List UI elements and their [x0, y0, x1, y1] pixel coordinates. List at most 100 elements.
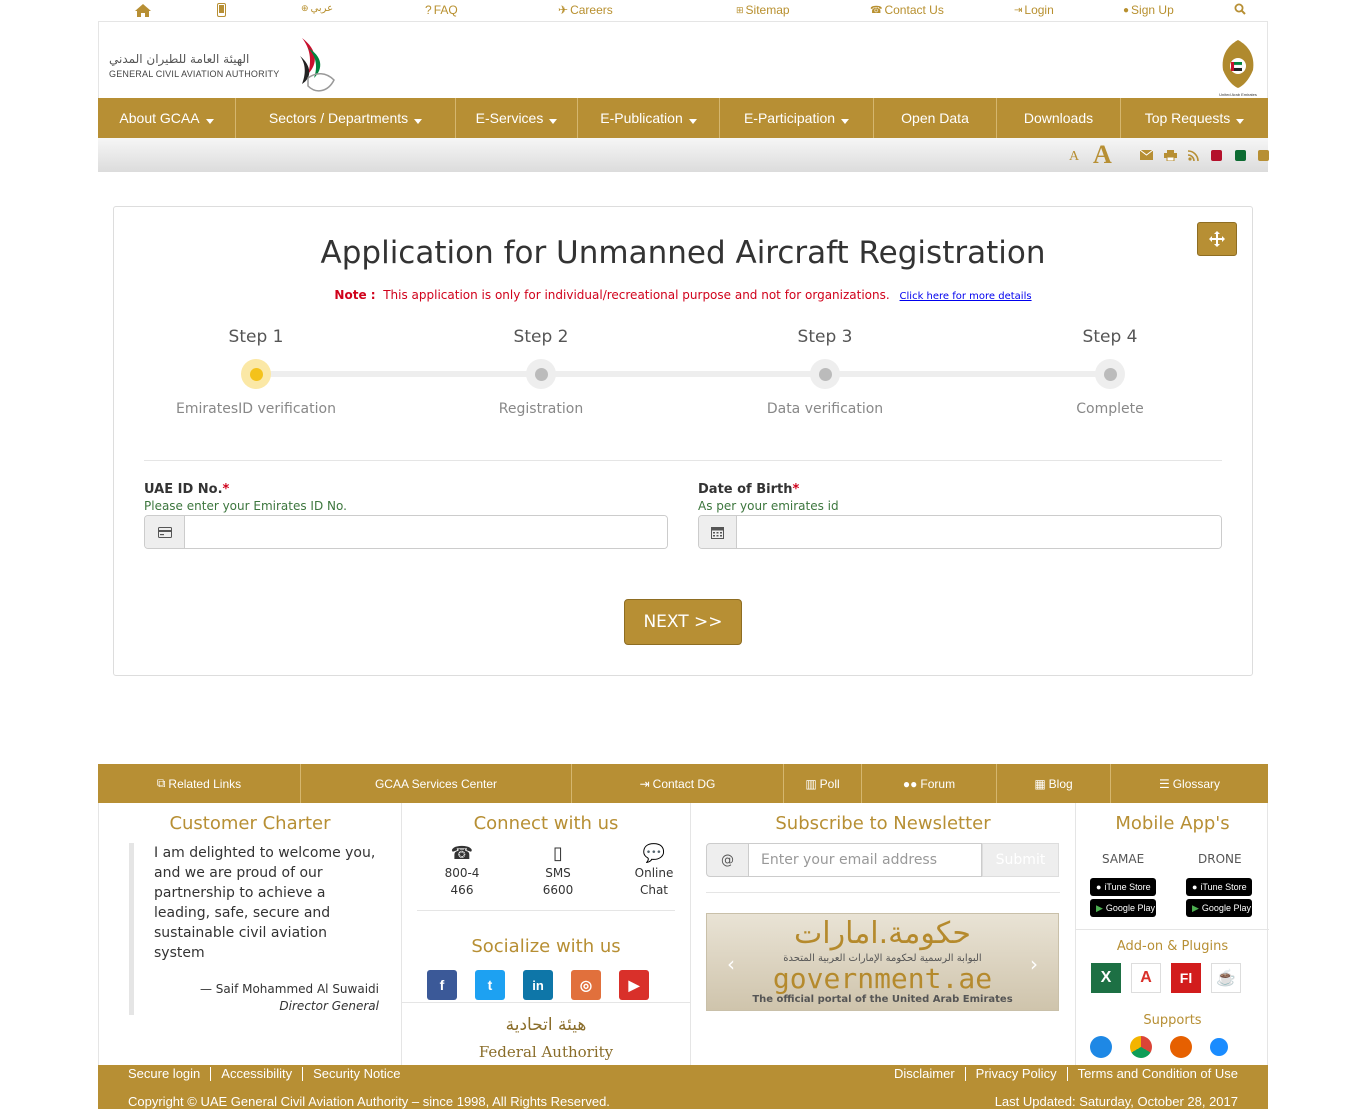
newsletter-title: Subscribe to Newsletter [775, 813, 991, 834]
nav-downloads-label: Downloads [1023, 110, 1094, 126]
nav-top-requests[interactable]: Top Requests [1121, 98, 1268, 138]
pdf-icon[interactable]: A [1131, 963, 1161, 993]
newsletter-email-input[interactable]: Enter your email address [749, 843, 982, 877]
secure-login-link[interactable]: Secure login [118, 1067, 212, 1081]
carousel-next-icon[interactable]: › [1030, 952, 1038, 976]
caret-down-icon [414, 118, 423, 124]
footer-contact-dg[interactable]: ⇥ Contact DG [572, 764, 784, 803]
step-label: Step 2 [513, 327, 569, 347]
charter-quote: I am delighted to welcome you, and we ar… [129, 843, 379, 1015]
nav-sectors[interactable]: Sectors / Departments [236, 98, 456, 138]
login-icon: ⇥ [1014, 4, 1023, 16]
rss-icon[interactable] [1188, 138, 1199, 172]
mobile-icon[interactable] [217, 3, 226, 17]
government-portal-banner[interactable]: حكومة.امارات البوابة الرسمية لحكومة الإم… [706, 913, 1059, 1011]
footer-blog[interactable]: ▦ Blog [997, 764, 1111, 803]
google-play-label: Google Play [1105, 903, 1155, 913]
login-icon: ⇥ [639, 776, 650, 791]
font-decrease-button[interactable]: A [1069, 140, 1079, 174]
samae-itunes-button[interactable]: ● iTune Store [1090, 878, 1156, 896]
banner-english-title: government.ae [772, 962, 993, 995]
divider [402, 1002, 690, 1003]
gcaa-logo-icon[interactable] [294, 34, 338, 100]
contact-dg-label: Contact DG [652, 776, 716, 791]
sitemap-label: Sitemap [745, 3, 790, 17]
print-icon[interactable] [1164, 138, 1177, 172]
email-icon[interactable] [1140, 138, 1153, 172]
mobile-apps-section: Mobile App's SAMAE DRONE ● iTune Store ● i… [1076, 803, 1269, 1065]
twitter-icon[interactable]: t [475, 970, 505, 1000]
toll-free-contact[interactable]: ☎ 800-4466 [422, 843, 502, 899]
dob-field-group: Date of Birth* As per your emirates id [698, 482, 1222, 549]
footer-glossary[interactable]: ☰ Glossary [1111, 764, 1268, 803]
theme-green-button[interactable] [1235, 138, 1246, 172]
sms-contact[interactable]: ▯ SMS 6600 [518, 843, 598, 899]
divider [706, 892, 1060, 893]
nav-about-gcaa[interactable]: About GCAA [98, 98, 236, 138]
uae-id-input-group [144, 515, 668, 549]
drone-google-play-button[interactable]: ▶ Google Play [1186, 899, 1252, 917]
instagram-icon[interactable]: ◎ [571, 970, 601, 1000]
next-button[interactable]: NEXT >> [624, 599, 742, 645]
credit-card-icon [145, 516, 185, 548]
contact-link[interactable]: ☎ Contact Us [870, 3, 944, 17]
required-mark: * [792, 482, 800, 497]
nav-e-publication[interactable]: E-Publication [578, 98, 720, 138]
google-play-icon: ▶ [1192, 902, 1199, 913]
nav-e-services[interactable]: E-Services [456, 98, 578, 138]
login-link[interactable]: ⇥ Login [1014, 3, 1054, 17]
privacy-policy-link[interactable]: Privacy Policy [966, 1067, 1068, 1081]
dob-input[interactable] [737, 516, 1221, 548]
footer-services-center[interactable]: GCAA Services Center [301, 764, 572, 803]
dob-label: Date of Birth* [698, 482, 800, 497]
facebook-icon[interactable]: f [427, 970, 457, 1000]
newsletter-submit-button[interactable]: Submit [982, 843, 1059, 877]
left-legal-links: Secure login Accessibility Security Noti… [118, 1067, 411, 1081]
calendar-icon[interactable] [699, 516, 737, 548]
arabic-label: عربي [310, 3, 334, 14]
globe-icon: ⊕ [301, 3, 309, 13]
uae-id-input[interactable] [185, 516, 667, 548]
linkedin-icon[interactable]: in [523, 970, 553, 1000]
drone-itunes-button[interactable]: ● iTune Store [1186, 878, 1252, 896]
accessibility-link[interactable]: Accessibility [211, 1067, 304, 1081]
java-icon[interactable]: ☕ [1211, 963, 1241, 993]
nav-downloads[interactable]: Downloads [997, 98, 1121, 138]
last-updated-text: Last Updated: Saturday, October 28, 2017 [994, 1094, 1238, 1109]
social-title: Socialize with us [471, 936, 621, 957]
more-details-link[interactable]: Click here for more details [900, 291, 1032, 302]
nav-e-participation-label: E-Participation [743, 110, 836, 126]
phone-number: 800-4466 [444, 866, 480, 897]
nav-e-participation[interactable]: E-Participation [720, 98, 874, 138]
caret-down-icon [205, 118, 214, 124]
security-notice-link[interactable]: Security Notice [303, 1067, 410, 1081]
flash-icon[interactable]: Fl [1171, 963, 1201, 993]
footer-forum[interactable]: ●● Forum [862, 764, 997, 803]
theme-red-button[interactable] [1211, 138, 1222, 172]
carousel-prev-icon[interactable]: ‹ [727, 952, 735, 976]
home-icon[interactable] [134, 3, 152, 18]
arabic-link[interactable]: ⊕ عربي [301, 3, 333, 14]
sitemap-link[interactable]: ⊞ Sitemap [736, 3, 790, 17]
signup-link[interactable]: ● Sign Up [1123, 3, 1174, 17]
federal-authority-english: Federal Authority [478, 1043, 614, 1061]
nav-open-data[interactable]: Open Data [874, 98, 997, 138]
nav-e-services-label: E-Services [475, 110, 544, 126]
theme-gold-button[interactable] [1258, 138, 1269, 172]
samae-google-play-button[interactable]: ▶ Google Play [1090, 899, 1156, 917]
uae-id-field-group: UAE ID No.* Please enter your Emirates I… [144, 482, 668, 549]
youtube-icon[interactable]: ▶ [619, 970, 649, 1000]
excel-icon[interactable]: X [1091, 963, 1121, 993]
search-icon[interactable] [1234, 3, 1246, 15]
disclaimer-link[interactable]: Disclaimer [884, 1067, 966, 1081]
uae-id-hint: Please enter your Emirates ID No. [144, 499, 347, 513]
online-chat-contact[interactable]: 💬 Online Chat [614, 843, 694, 899]
footer-poll[interactable]: ▥ Poll [784, 764, 862, 803]
faq-link[interactable]: ? FAQ [425, 3, 458, 17]
footer-related-links[interactable]: ⧉ Related Links [98, 764, 301, 803]
dob-hint: As per your emirates id [698, 499, 839, 513]
careers-link[interactable]: ✈ Careers [558, 3, 613, 17]
connect-title: Connect with us [473, 813, 619, 834]
terms-link[interactable]: Terms and Condition of Use [1068, 1067, 1248, 1081]
font-increase-button[interactable]: A [1093, 138, 1112, 172]
